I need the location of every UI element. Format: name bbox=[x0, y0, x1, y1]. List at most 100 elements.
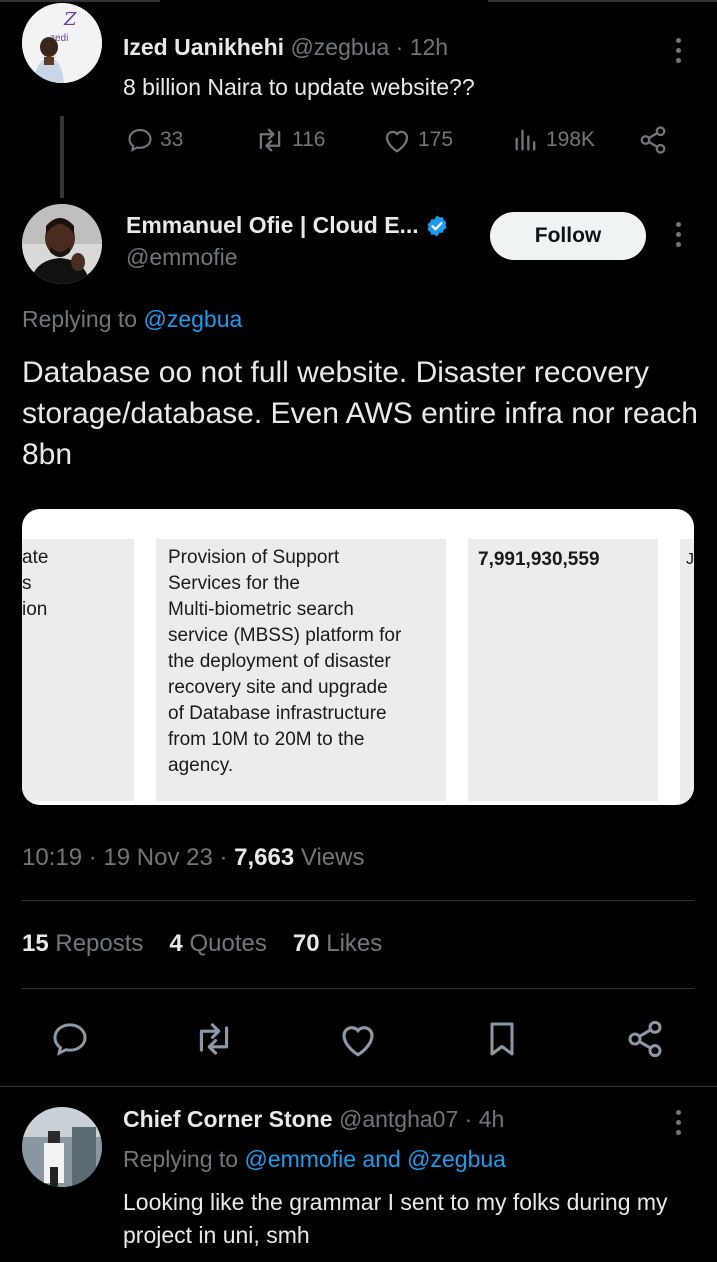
share-button[interactable] bbox=[620, 1014, 670, 1064]
repost-icon bbox=[199, 1023, 229, 1055]
left-fragment-line: ion bbox=[22, 599, 48, 620]
reply-text: Looking like the grammar I sent to my fo… bbox=[123, 1189, 668, 1248]
parent-author-handle[interactable]: @zegbua bbox=[290, 34, 389, 60]
tweet-image[interactable]: ate s ion Provision of Support Services … bbox=[22, 509, 694, 805]
right-fragment: J bbox=[686, 551, 694, 568]
parent-repost-button[interactable]: 116 bbox=[254, 120, 325, 160]
avatar-ized[interactable]: Z zedi bbox=[22, 3, 102, 83]
bookmark-icon bbox=[490, 1022, 514, 1056]
parent-more-icon[interactable] bbox=[673, 38, 683, 66]
parent-like-count: 175 bbox=[418, 128, 454, 151]
likes-label: Likes bbox=[326, 930, 383, 957]
separator-segment bbox=[488, 0, 717, 2]
main-actions bbox=[0, 1014, 717, 1064]
main-author-name[interactable]: Emmanuel Ofie | Cloud E... bbox=[126, 212, 419, 239]
reply-icon bbox=[128, 129, 152, 152]
reply-button[interactable] bbox=[45, 1014, 95, 1064]
description-line: from 10M to 20M to the bbox=[168, 729, 365, 750]
avatar-ized-image: Z zedi bbox=[22, 3, 102, 83]
avatar-emmanuel[interactable] bbox=[22, 204, 102, 284]
parent-tweet-header: Ized Uanikhehi @zegbua · 12h bbox=[123, 34, 448, 61]
description-line: Services for the bbox=[168, 573, 300, 594]
main-tweet-text: Database oo not full website. Disaster r… bbox=[22, 356, 698, 471]
separator-dot: · bbox=[464, 1106, 473, 1132]
parent-tweet-time[interactable]: 12h bbox=[410, 34, 448, 60]
parent-tweet-text: 8 billion Naira to update website?? bbox=[123, 74, 475, 100]
like-button[interactable] bbox=[333, 1014, 383, 1064]
reply-replying-to: Replying to @emmofie and @zegbua bbox=[123, 1146, 506, 1173]
description-line: Provision of Support bbox=[168, 547, 340, 568]
likes-count: 70 bbox=[292, 930, 320, 957]
left-fragment: ate s ion bbox=[22, 545, 48, 623]
avatar-chief-corner-stone[interactable] bbox=[22, 1107, 102, 1187]
parent-like-button[interactable]: 175 bbox=[382, 120, 453, 160]
reply-author-name[interactable]: Chief Corner Stone bbox=[123, 1106, 333, 1132]
main-more-icon[interactable] bbox=[673, 222, 683, 250]
description-line: Multi-biometric search bbox=[168, 599, 354, 620]
divider bbox=[22, 900, 694, 901]
parent-share-button[interactable] bbox=[638, 120, 668, 160]
bookmark-button[interactable] bbox=[477, 1014, 527, 1064]
description-line: the deployment of disaster bbox=[168, 651, 391, 672]
like-icon bbox=[342, 1026, 374, 1057]
tweet-time[interactable]: 10:19 bbox=[22, 844, 82, 871]
separator-dot: · bbox=[395, 34, 404, 60]
views-label: Views bbox=[300, 844, 365, 871]
left-fragment-line: s bbox=[22, 573, 32, 594]
likes-stat[interactable]: 70 Likes bbox=[293, 930, 382, 958]
table-cell-right bbox=[680, 539, 694, 801]
svg-text:Z: Z bbox=[63, 9, 77, 30]
replying-to-link[interactable]: @emmofie and @zegbua bbox=[244, 1146, 506, 1172]
follow-button[interactable]: Follow bbox=[490, 212, 646, 260]
parent-reply-button[interactable]: 33 bbox=[126, 120, 183, 160]
meta-dot: · bbox=[219, 844, 228, 871]
replying-prefix: Replying to bbox=[123, 1146, 239, 1172]
avatar-chief-image bbox=[22, 1107, 102, 1187]
parent-author-name[interactable]: Ized Uanikhehi bbox=[123, 34, 284, 60]
avatar-emmanuel-image bbox=[22, 204, 102, 284]
main-author-handle[interactable]: @emmofie bbox=[126, 244, 238, 271]
reposts-stat[interactable]: 15 Reposts bbox=[22, 930, 143, 958]
quotes-stat[interactable]: 4 Quotes bbox=[169, 930, 266, 958]
reply-time[interactable]: 4h bbox=[479, 1106, 505, 1132]
reply-header: Chief Corner Stone @antgha07 · 4h bbox=[123, 1106, 504, 1133]
left-fragment-line: ate bbox=[22, 547, 49, 568]
top-separator bbox=[0, 0, 717, 12]
parent-actions: 33 116 175 198K bbox=[0, 120, 717, 160]
main-replying-to: Replying to @zegbua bbox=[22, 306, 242, 333]
replying-prefix: Replying to bbox=[22, 306, 138, 332]
engagement-stats: 15 Reposts 4 Quotes 70 Likes bbox=[22, 930, 382, 958]
views-icon bbox=[515, 129, 536, 151]
reply-author-handle[interactable]: @antgha07 bbox=[339, 1106, 458, 1132]
description-line: recovery site and upgrade bbox=[168, 677, 388, 698]
parent-views-count: 198K bbox=[546, 128, 596, 151]
like-icon bbox=[385, 130, 409, 153]
tweet-meta: 10:19 · 19 Nov 23 · 7,663 Views bbox=[22, 844, 364, 872]
parent-views-button[interactable]: 198K bbox=[512, 120, 595, 160]
reposts-count: 15 bbox=[22, 930, 49, 957]
reposts-label: Reposts bbox=[55, 930, 144, 957]
divider bbox=[0, 1086, 717, 1087]
repost-button[interactable] bbox=[189, 1014, 239, 1064]
description-line: agency. bbox=[168, 755, 234, 776]
description-line: of Database infrastructure bbox=[168, 703, 387, 724]
parent-repost-count: 116 bbox=[292, 128, 326, 151]
tweet-date[interactable]: 19 Nov 23 bbox=[103, 844, 212, 871]
parent-reply-count: 33 bbox=[160, 128, 184, 151]
reply-more-icon[interactable] bbox=[673, 1110, 683, 1138]
meta-dot: · bbox=[88, 844, 97, 871]
divider bbox=[22, 988, 694, 989]
amount-text: 7,991,930,559 bbox=[478, 549, 600, 570]
main-author-name-row[interactable]: Emmanuel Ofie | Cloud E... bbox=[126, 212, 449, 239]
description-text: Provision of Support Services for the Mu… bbox=[168, 545, 401, 779]
description-line: service (MBSS) platform for bbox=[168, 625, 402, 646]
share-icon bbox=[628, 1020, 662, 1058]
share-icon bbox=[640, 126, 666, 154]
verified-badge-icon bbox=[427, 215, 447, 236]
quotes-label: Quotes bbox=[189, 930, 267, 957]
repost-icon bbox=[259, 128, 281, 152]
views-count: 7,663 bbox=[234, 844, 295, 871]
reply-icon bbox=[53, 1023, 87, 1056]
separator-segment bbox=[0, 0, 160, 2]
replying-to-link[interactable]: @zegbua bbox=[143, 306, 242, 332]
